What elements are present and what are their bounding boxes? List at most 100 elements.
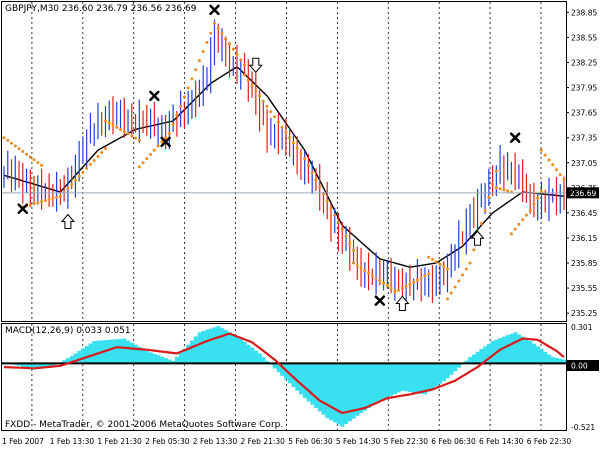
- macd-histogram-bar: [317, 363, 322, 412]
- sar-dot: [171, 122, 175, 126]
- macd-histogram-bar: [201, 331, 206, 364]
- time-axis-label: 5 Feb 22:30: [384, 437, 429, 446]
- sar-dot: [337, 220, 340, 224]
- sar-dot: [355, 264, 359, 267]
- macd-histogram-bar: [449, 363, 454, 375]
- sar-dot: [224, 37, 228, 41]
- macd-histogram-bar: [509, 333, 514, 364]
- time-axis-label: 1 Feb 21:30: [97, 437, 142, 446]
- sar-dot: [318, 185, 322, 189]
- macd-histogram-bar: [479, 349, 484, 364]
- macd-histogram-bar: [77, 350, 82, 364]
- sar-dot: [494, 169, 498, 173]
- macd-tick-bottom: -0.521: [571, 423, 595, 432]
- sar-dot: [36, 161, 40, 164]
- macd-histogram-bar: [133, 344, 138, 364]
- sar-dot: [254, 89, 258, 93]
- sar-dot: [370, 274, 374, 278]
- sar-dot: [88, 162, 92, 166]
- macd-histogram-bar: [321, 363, 326, 415]
- price-tick-label: 236.45: [571, 209, 597, 218]
- sar-dot: [149, 152, 153, 156]
- sar-dot: [239, 58, 243, 62]
- sar-dot: [182, 95, 186, 99]
- sar-dot: [209, 31, 213, 35]
- macd-histogram-bar: [253, 350, 258, 364]
- sar-dot: [288, 136, 292, 140]
- macd-histogram-bar: [366, 363, 371, 409]
- sar-dot: [423, 274, 427, 278]
- sar-dot: [434, 260, 438, 264]
- macd-histogram-bar: [235, 336, 240, 364]
- macd-histogram-bar: [490, 341, 495, 364]
- macd-histogram-bar: [547, 354, 552, 364]
- sar-dot: [340, 227, 344, 231]
- sar-dot: [314, 178, 318, 182]
- price-axis-ticks: 238.85 238.55 238.25 237.95 237.65 237.35 237.…: [566, 8, 597, 318]
- macd-histogram-bar: [370, 363, 375, 406]
- sar-dot: [36, 201, 40, 205]
- macd-histogram-bar: [374, 363, 379, 404]
- sar-dot: [194, 68, 198, 72]
- sar-dot: [55, 195, 59, 199]
- sar-dot: [344, 234, 348, 238]
- sar-dot: [145, 157, 149, 161]
- sar-dot: [205, 40, 209, 44]
- sar-dot: [393, 290, 397, 294]
- macd-histogram-bar: [190, 340, 195, 364]
- sar-dot: [464, 267, 468, 271]
- macd-histogram-bar: [340, 363, 345, 427]
- sar-dot: [506, 189, 510, 193]
- time-axis-label: 6 Feb 06:30: [431, 437, 476, 446]
- sar-dot: [446, 297, 449, 301]
- sar-dot: [415, 278, 419, 282]
- sar-dot: [220, 32, 224, 36]
- macd-histogram-bar: [445, 363, 450, 379]
- sar-dot: [446, 267, 449, 271]
- sar-dot: [280, 125, 284, 129]
- sar-dot: [107, 121, 111, 125]
- sar-dot: [119, 128, 122, 131]
- sar-dot: [551, 163, 555, 167]
- sar-dot: [179, 104, 183, 108]
- macd-histogram-bar: [238, 338, 243, 364]
- price-tick-label: 237.35: [571, 134, 597, 143]
- macd-histogram-bar: [88, 343, 93, 364]
- sar-dot: [137, 138, 141, 142]
- sar-dot: [329, 206, 333, 210]
- sar-dot: [21, 150, 25, 153]
- sar-dot: [295, 146, 299, 150]
- macd-histogram-bar: [505, 335, 510, 364]
- sar-dot: [32, 158, 36, 162]
- sar-dot: [28, 203, 32, 207]
- sar-dot: [299, 151, 303, 155]
- sar-dot: [517, 222, 521, 226]
- sar-dot: [58, 194, 62, 198]
- sar-dot: [502, 188, 506, 192]
- sar-dot: [558, 173, 562, 177]
- macd-histogram-bar: [231, 334, 236, 364]
- macd-histogram-bar: [114, 339, 119, 364]
- macd-histogram-bar: [156, 355, 161, 364]
- macd-histogram-bar: [212, 327, 217, 364]
- macd-histogram-bar: [220, 328, 225, 364]
- macd-histogram-bar: [242, 341, 247, 364]
- sar-dot: [164, 136, 168, 140]
- sar-dot: [333, 213, 337, 217]
- sar-dot: [528, 208, 532, 212]
- time-axis-label: 5 Feb 14:30: [336, 437, 381, 446]
- sar-dot: [231, 47, 235, 51]
- macd-histogram-bar: [141, 348, 146, 364]
- macd-tick-top: 0.301: [571, 323, 593, 332]
- macd-histogram-bar: [129, 342, 134, 364]
- sar-dot: [374, 276, 378, 280]
- sar-dot: [412, 280, 416, 284]
- sar-dot: [449, 291, 453, 295]
- sar-dot: [25, 152, 29, 156]
- sar-dot: [43, 199, 47, 202]
- macd-histogram-bar: [227, 332, 232, 364]
- macd-histogram-bar: [393, 363, 398, 394]
- sar-dot: [216, 26, 220, 30]
- sar-dot: [539, 148, 543, 152]
- sar-dot: [438, 262, 442, 266]
